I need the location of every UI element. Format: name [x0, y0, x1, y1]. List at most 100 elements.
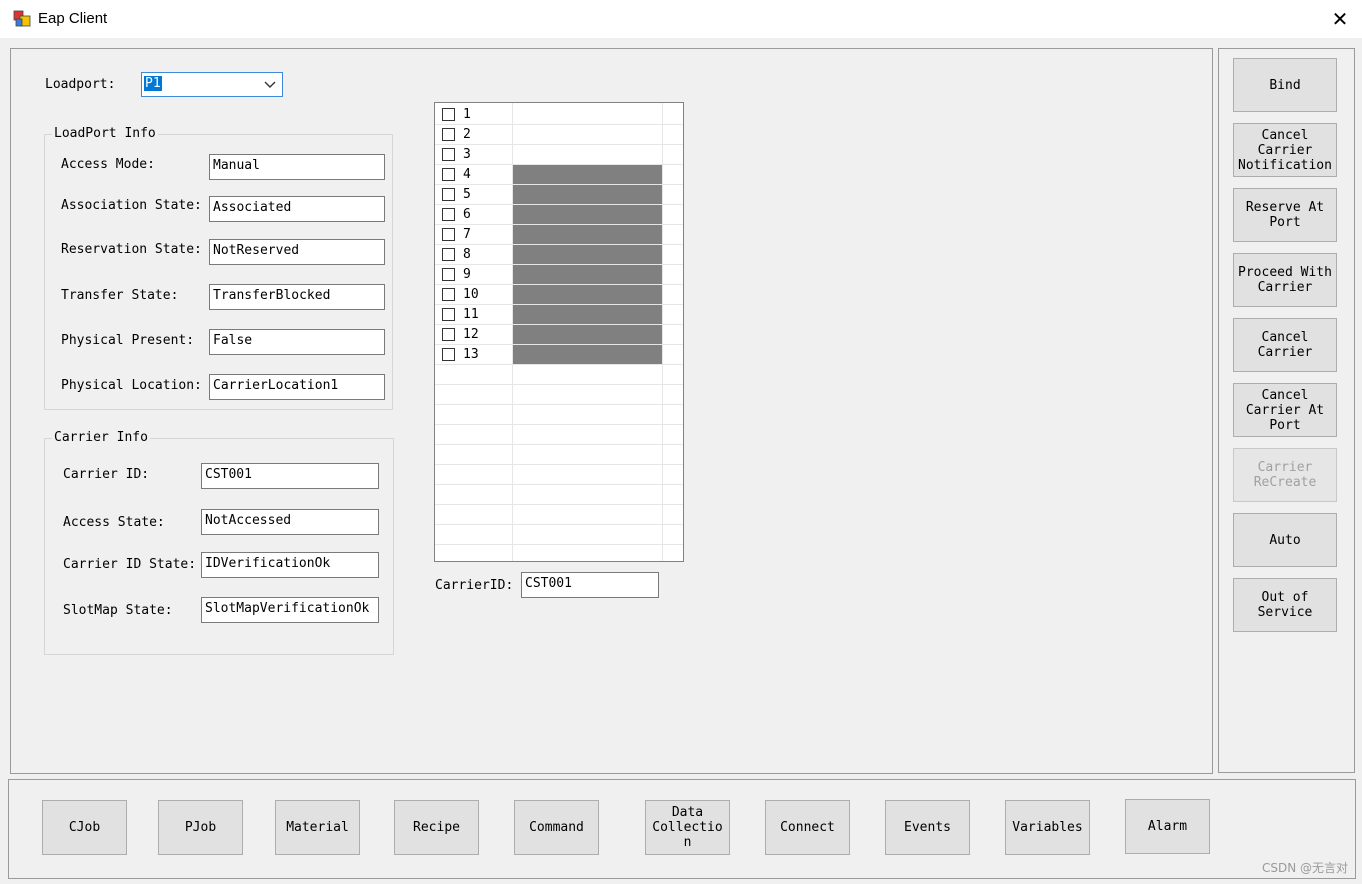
carrier-info-title: Carrier Info: [52, 430, 150, 445]
carrier-recreate-button: Carrier ReCreate: [1233, 448, 1337, 502]
empty-grid-row: [435, 445, 683, 465]
loadport-combo[interactable]: P1: [141, 72, 283, 97]
carrier-id-state-label: Carrier ID State:: [63, 557, 197, 572]
slot-checkbox[interactable]: [442, 148, 455, 161]
connect-button[interactable]: Connect: [765, 800, 850, 855]
auto-button[interactable]: Auto: [1233, 513, 1337, 567]
slot-number: 12: [463, 327, 479, 342]
cjob-button[interactable]: CJob: [42, 800, 127, 855]
slot-number: 13: [463, 347, 479, 362]
slot-occupied-indicator: [513, 225, 662, 244]
slot-checkbox[interactable]: [442, 268, 455, 281]
loadport-combo-value: P1: [144, 76, 162, 91]
association-state-label: Association State:: [61, 198, 202, 213]
access-state-label: Access State:: [63, 515, 165, 530]
slot-occupied-indicator: [513, 205, 662, 224]
association-state-field[interactable]: Associated: [209, 196, 385, 222]
slotmap-state-field[interactable]: SlotMapVerificationOk: [201, 597, 379, 623]
slot-number: 9: [463, 267, 471, 282]
slot-checkbox[interactable]: [442, 128, 455, 141]
slot-number: 2: [463, 127, 471, 142]
slot-checkbox[interactable]: [442, 108, 455, 121]
slot-row[interactable]: 9: [435, 265, 683, 285]
material-button[interactable]: Material: [275, 800, 360, 855]
slot-row[interactable]: 11: [435, 305, 683, 325]
access-mode-label: Access Mode:: [61, 157, 155, 172]
slot-number: 3: [463, 147, 471, 162]
slot-number: 10: [463, 287, 479, 302]
slot-map-grid[interactable]: 1 2 3 4 5 6 7 8 9 10 11 12 13: [434, 102, 684, 562]
slot-checkbox[interactable]: [442, 188, 455, 201]
empty-grid-row: [435, 545, 683, 561]
slot-number: 6: [463, 207, 471, 222]
bind-button[interactable]: Bind: [1233, 58, 1337, 112]
slot-row[interactable]: 13: [435, 345, 683, 365]
slot-checkbox[interactable]: [442, 308, 455, 321]
carrier-id-field[interactable]: CST001: [201, 463, 379, 489]
reserve-at-port-button[interactable]: Reserve At Port: [1233, 188, 1337, 242]
slot-row[interactable]: 1: [435, 105, 683, 125]
empty-grid-row: [435, 485, 683, 505]
slot-occupied-indicator: [513, 185, 662, 204]
loadport-info-title: LoadPort Info: [52, 126, 158, 141]
command-button[interactable]: Command: [514, 800, 599, 855]
slot-checkbox[interactable]: [442, 348, 455, 361]
slot-occupied-indicator: [513, 325, 662, 344]
app-icon: [13, 10, 31, 27]
slot-checkbox[interactable]: [442, 208, 455, 221]
carrier-id-state-field[interactable]: IDVerificationOk: [201, 552, 379, 578]
out-of-service-button[interactable]: Out of Service: [1233, 578, 1337, 632]
proceed-with-carrier-button[interactable]: Proceed With Carrier: [1233, 253, 1337, 307]
close-icon[interactable]: ✕: [1328, 6, 1352, 32]
slot-checkbox[interactable]: [442, 288, 455, 301]
right-button-panel: Bind Cancel Carrier Notification Reserve A…: [1218, 48, 1355, 773]
slot-checkbox[interactable]: [442, 328, 455, 341]
transfer-state-label: Transfer State:: [61, 288, 179, 303]
physical-location-label: Physical Location:: [61, 378, 202, 393]
physical-present-field[interactable]: False: [209, 329, 385, 355]
slot-row[interactable]: 10: [435, 285, 683, 305]
slot-row[interactable]: 5: [435, 185, 683, 205]
slot-occupied-indicator: [513, 265, 662, 284]
slot-row[interactable]: 2: [435, 125, 683, 145]
empty-grid-row: [435, 465, 683, 485]
watermark: CSDN @无言对: [1261, 861, 1348, 875]
slot-number: 4: [463, 167, 471, 182]
carrier-id-grid-field[interactable]: CST001: [521, 572, 659, 598]
slot-row[interactable]: 8: [435, 245, 683, 265]
carrier-id-grid-label: CarrierID:: [435, 578, 514, 593]
access-state-field[interactable]: NotAccessed: [201, 509, 379, 535]
loadport-label: Loadport:: [45, 77, 116, 92]
empty-grid-row: [435, 505, 683, 525]
cancel-carrier-notification-button[interactable]: Cancel Carrier Notification: [1233, 123, 1337, 177]
slot-checkbox[interactable]: [442, 248, 455, 261]
slot-row[interactable]: 12: [435, 325, 683, 345]
slot-row[interactable]: 7: [435, 225, 683, 245]
recipe-button[interactable]: Recipe: [394, 800, 479, 855]
main-panel: Loadport: P1 LoadPort Info Access Mode: …: [10, 48, 1213, 774]
transfer-state-field[interactable]: TransferBlocked: [209, 284, 385, 310]
slot-number: 1: [463, 107, 471, 122]
physical-present-label: Physical Present:: [61, 333, 195, 348]
slot-occupied-indicator: [513, 345, 662, 364]
physical-location-field[interactable]: CarrierLocation1: [209, 374, 385, 400]
cancel-carrier-button[interactable]: Cancel Carrier: [1233, 318, 1337, 372]
slotmap-state-label: SlotMap State:: [63, 603, 173, 618]
alarm-button[interactable]: Alarm: [1125, 799, 1210, 854]
events-button[interactable]: Events: [885, 800, 970, 855]
slot-row[interactable]: 4: [435, 165, 683, 185]
access-mode-field[interactable]: Manual: [209, 154, 385, 180]
title-bar: Eap Client ✕: [0, 0, 1362, 38]
cancel-carrier-at-port-button[interactable]: Cancel Carrier At Port: [1233, 383, 1337, 437]
data-collection-button[interactable]: Data Collectio n: [645, 800, 730, 855]
slot-checkbox[interactable]: [442, 228, 455, 241]
variables-button[interactable]: Variables: [1005, 800, 1090, 855]
pjob-button[interactable]: PJob: [158, 800, 243, 855]
slot-checkbox[interactable]: [442, 168, 455, 181]
slot-number: 7: [463, 227, 471, 242]
slot-row[interactable]: 3: [435, 145, 683, 165]
slot-row[interactable]: 6: [435, 205, 683, 225]
reservation-state-field[interactable]: NotReserved: [209, 239, 385, 265]
slot-occupied-indicator: [513, 305, 662, 324]
empty-grid-row: [435, 425, 683, 445]
